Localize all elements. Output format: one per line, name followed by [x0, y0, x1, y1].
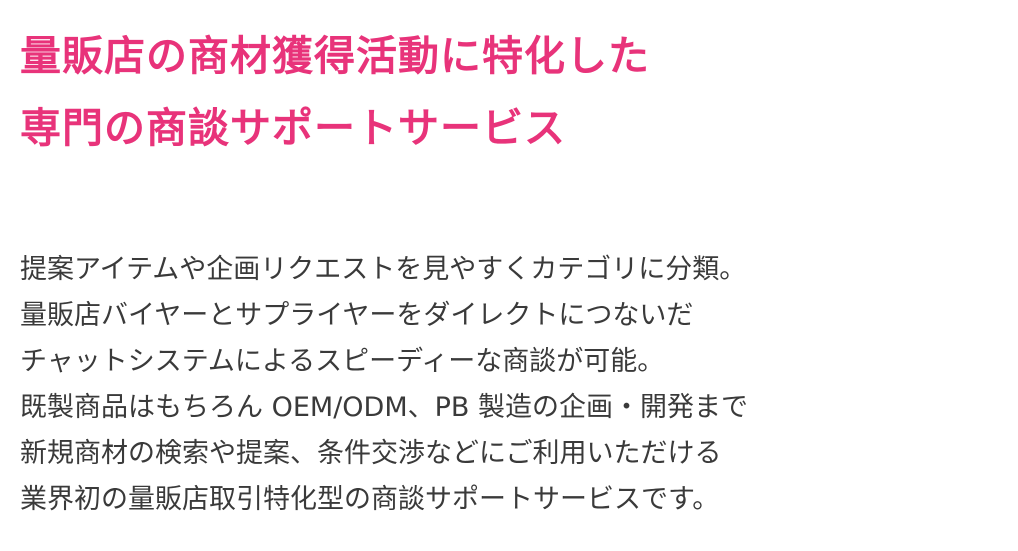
description-line-2: 量販店バイヤーとサプライヤーをダイレクトにつないだ: [20, 300, 694, 331]
description: 提案アイテムや企画リクエストを見やすくカテゴリに分類。 量販店バイヤーとサプライ…: [20, 247, 748, 523]
headline-line-1: 量販店の商材獲得活動に特化した: [20, 32, 650, 80]
headline: 量販店の商材獲得活動に特化した 専門の商談サポートサービス: [20, 20, 650, 164]
description-line-1: 提案アイテムや企画リクエストを見やすくカテゴリに分類。: [20, 254, 747, 285]
description-line-5: 新規商材の検索や提案、条件交渉などにご利用いただける: [20, 438, 722, 469]
description-line-6: 業界初の量販店取引特化型の商談サポートサービスです。: [20, 484, 720, 515]
description-line-3: チャットシステムによるスピーディーな商談が可能。: [20, 346, 665, 377]
description-line-4: 既製商品はもちろん OEM/ODM、PB 製造の企画・開発まで: [20, 392, 749, 423]
headline-line-2: 専門の商談サポートサービス: [20, 104, 566, 152]
